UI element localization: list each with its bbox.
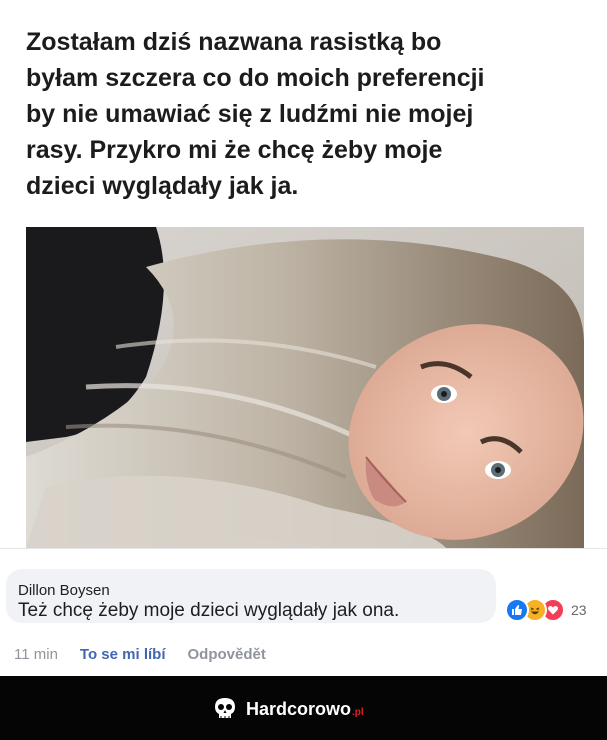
reactions-summary[interactable]: 23 [505,597,587,623]
like-icon [505,598,529,622]
reaction-count: 23 [571,602,587,618]
reply-button[interactable]: Odpovědět [188,646,266,663]
brand-logo[interactable]: Hardcorowo .pl [212,696,364,722]
brand-tld: .pl [352,706,364,718]
post-photo [26,227,584,548]
brand-name: Hardcorowo [246,698,352,719]
post-text: Zostałam dziś nazwana rasistką bo byłam … [26,28,485,200]
comment-author[interactable]: Dillon Boysen [18,582,110,599]
comment-actions: 11 min To se mi líbí Odpovědět [14,646,288,663]
footer-watermark: Hardcorowo .pl [0,676,607,740]
comment-time[interactable]: 11 min [14,646,58,663]
comment-bubble: Dillon Boysen Też chcę żeby moje dzieci … [6,569,496,623]
comment-text: Też chcę żeby moje dzieci wyglądały jak … [18,600,400,621]
comment: Dillon Boysen Też chcę żeby moje dzieci … [0,548,607,676]
like-button[interactable]: To se mi líbí [80,646,166,663]
skull-icon [215,698,235,718]
